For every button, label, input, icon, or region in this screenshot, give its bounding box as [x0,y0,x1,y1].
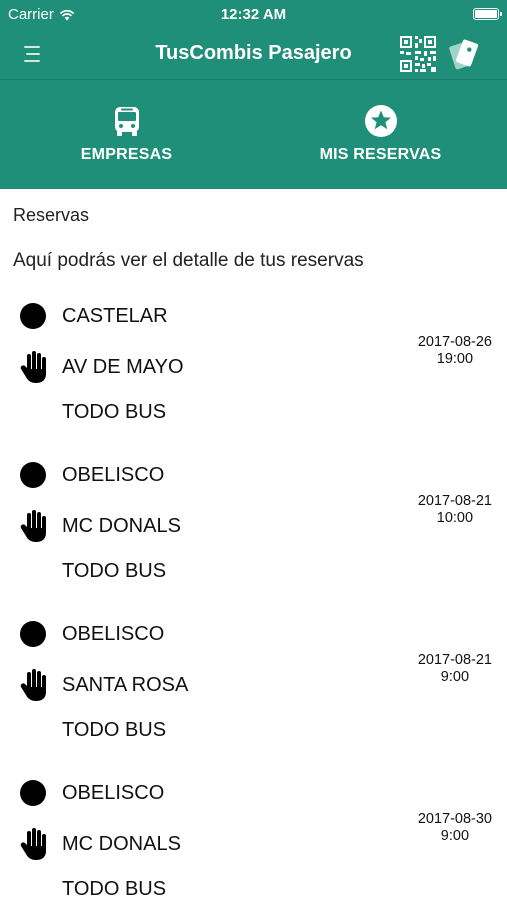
reservation-company-row: TODO BUS [0,553,400,589]
reservation-datetime: 2017-08-30 9:00 [418,811,492,845]
origin-dot-icon [20,621,46,647]
reservation-time: 9:00 [440,828,470,844]
reservation-date: 2017-08-30 [417,811,492,827]
qr-code-icon[interactable] [398,34,438,74]
reservation-destination: AV DE MAYO [62,355,184,378]
reservation-date: 2017-08-21 [417,652,492,668]
reservation-destination: MC DONALS [62,514,181,537]
reservation-company-row: TODO BUS [0,712,400,748]
reservation-destination: MC DONALS [62,832,181,855]
origin-dot-icon [20,303,46,329]
hand-stop-icon [20,351,46,383]
nav-bar: TusCombis Pasajero [0,28,507,80]
reservation-origin-row: OBELISCO [0,775,400,811]
tab-bar: EMPRESAS MIS RESERVAS [0,80,507,269]
hand-stop-icon [20,510,46,542]
reservation-datetime: 2017-08-21 9:00 [418,652,492,686]
reservation-origin-row: OBELISCO [0,616,400,652]
section-description: Aquí podrás ver el detalle de tus reserv… [13,250,364,271]
reservation-origin: OBELISCO [62,463,165,486]
reservation-company: TODO BUS [62,718,167,741]
reservation-date: 2017-08-26 [417,334,492,350]
hand-stop-icon [20,669,46,701]
reservation-origin-row: CASTELAR [0,298,400,334]
reservation-date: 2017-08-21 [417,493,492,509]
origin-dot-icon [20,780,46,806]
reservation-destination-row: SANTA ROSA [0,667,400,703]
section-title: Reservas [13,205,90,225]
reservation-company: TODO BUS [62,400,167,423]
reservation-time: 19:00 [436,351,474,367]
origin-dot-icon [20,462,46,488]
reservation-origin-row: OBELISCO [0,457,400,493]
status-bar: Carrier 12:32 AM [0,0,507,28]
tab-empresas-label: EMPRESAS [80,146,173,163]
reservation-time: 9:00 [440,669,470,685]
reservation-company-row: TODO BUS [0,871,400,900]
card-icon[interactable] [446,36,482,72]
reservation-destination-row: MC DONALS [0,826,400,862]
reservation-item[interactable]: OBELISCO SANTA ROSA TODO BUS 2017-08-21 … [0,616,507,766]
reservation-destination: SANTA ROSA [62,673,189,696]
reservation-destination-row: AV DE MAYO [0,349,400,385]
star-icon [364,105,397,137]
reservation-company-row: TODO BUS [0,394,400,430]
reservation-company: TODO BUS [62,559,167,582]
tab-empresas[interactable]: EMPRESAS [0,80,253,189]
reservation-origin: CASTELAR [62,304,168,327]
bus-icon [114,107,139,136]
tab-mis-reservas[interactable]: MIS RESERVAS [254,80,507,189]
reservation-item[interactable]: CASTELAR AV DE MAYO TODO BUS 2017-08-26 … [0,298,507,448]
reservation-company: TODO BUS [62,877,167,900]
reservation-datetime: 2017-08-21 10:00 [418,493,492,527]
reservation-time: 10:00 [436,510,474,526]
reservation-destination-row: MC DONALS [0,508,400,544]
reservation-item[interactable]: OBELISCO MC DONALS TODO BUS 2017-08-21 1… [0,457,507,607]
reservation-datetime: 2017-08-26 19:00 [418,334,492,368]
status-time: 12:32 AM [220,6,287,23]
reservation-item[interactable]: OBELISCO MC DONALS TODO BUS 2017-08-30 9… [0,775,507,900]
battery-icon [473,8,502,20]
tab-mis-reservas-label: MIS RESERVAS [319,146,442,163]
reservation-origin: OBELISCO [62,781,165,804]
reservation-origin: OBELISCO [62,622,165,645]
hand-stop-icon [20,828,46,860]
